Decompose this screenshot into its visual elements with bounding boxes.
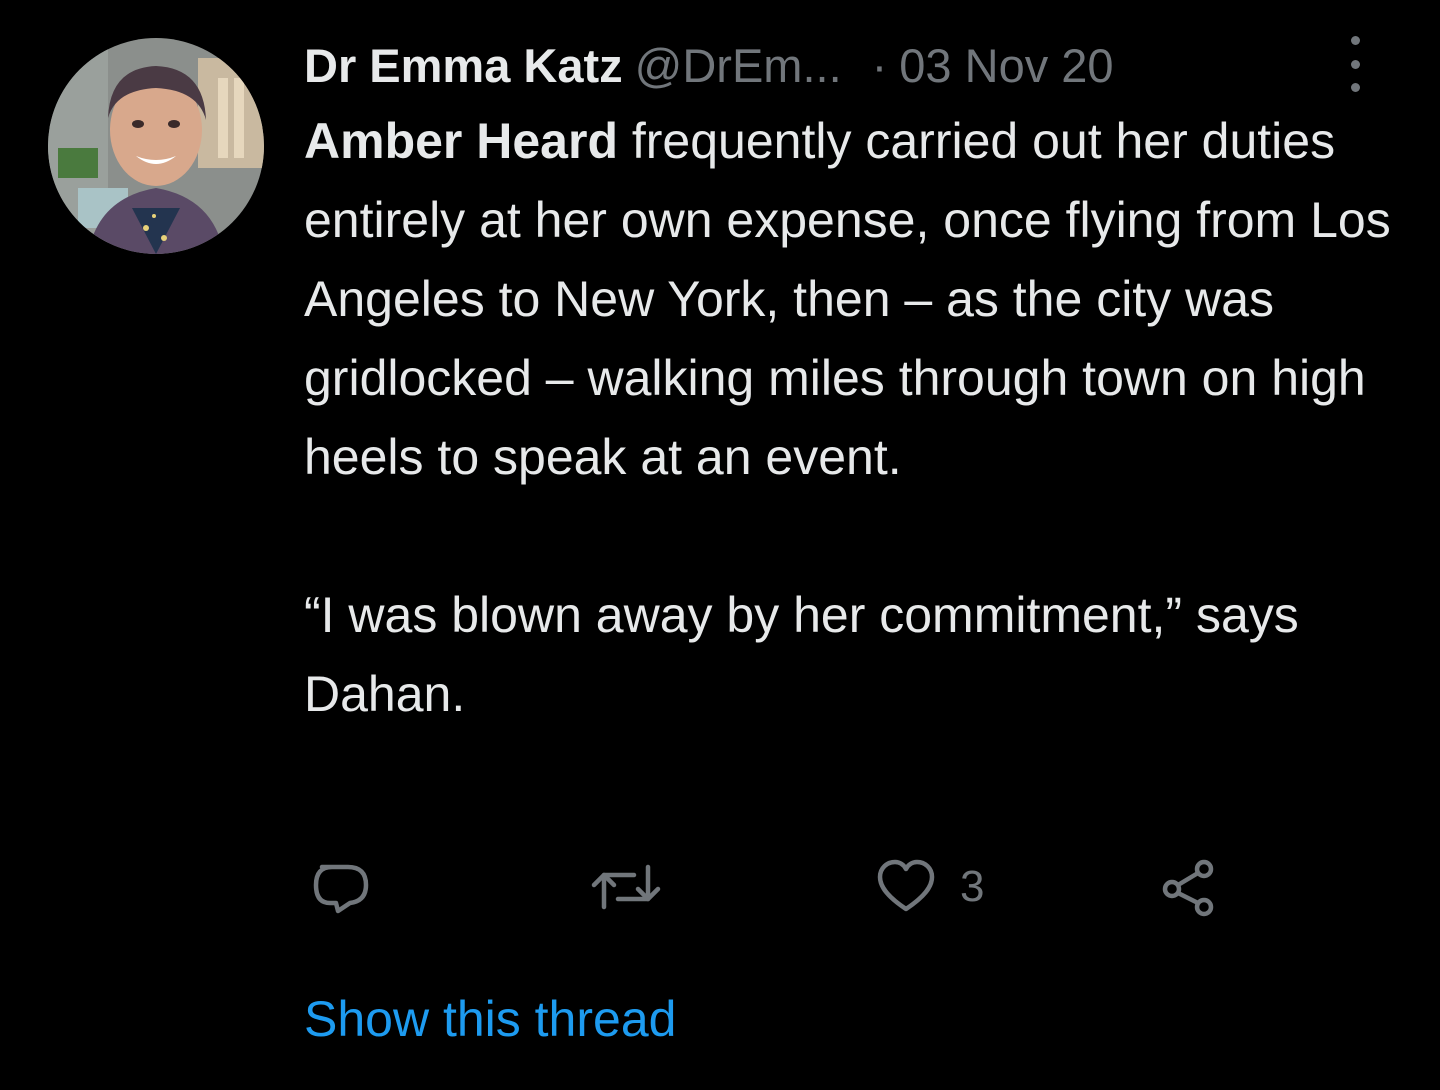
tweet-date[interactable]: 03 Nov 20 (899, 38, 1113, 93)
retweet-button[interactable] (586, 852, 666, 922)
more-dot (1350, 59, 1360, 69)
tweet-paragraph: Amber Heard frequently carried out her d… (304, 102, 1414, 497)
separator-dot: · (871, 38, 888, 92)
like-button[interactable]: 3 (874, 852, 984, 922)
show-thread-link[interactable]: Show this thread (304, 984, 676, 1054)
share-icon (1162, 859, 1214, 917)
tweet-actions: 3 (304, 852, 1304, 922)
author-display-name[interactable]: Dr Emma Katz (304, 38, 623, 93)
reply-icon (313, 864, 369, 914)
more-options-icon[interactable] (1340, 36, 1370, 92)
tweet-header: Dr Emma Katz @DrEm... · 03 Nov 20 (304, 30, 1364, 100)
reply-button[interactable] (308, 852, 376, 922)
share-button[interactable] (1156, 852, 1220, 922)
tweet[interactable]: Dr Emma Katz @DrEm... · 03 Nov 20 Amber … (0, 0, 1440, 1090)
bold-name: Amber Heard (304, 113, 618, 169)
like-count: 3 (960, 862, 985, 911)
profile-photo-icon (48, 38, 264, 254)
tweet-text: Amber Heard frequently carried out her d… (304, 102, 1414, 734)
retweet-icon (591, 864, 661, 910)
tweet-paragraph-quote: “I was blown away by her commitment,” sa… (304, 587, 1299, 722)
author-handle[interactable]: @DrEm... (635, 38, 842, 93)
heart-icon (877, 859, 935, 912)
more-dot (1350, 83, 1360, 92)
avatar[interactable] (48, 38, 264, 254)
more-dot (1350, 36, 1360, 45)
